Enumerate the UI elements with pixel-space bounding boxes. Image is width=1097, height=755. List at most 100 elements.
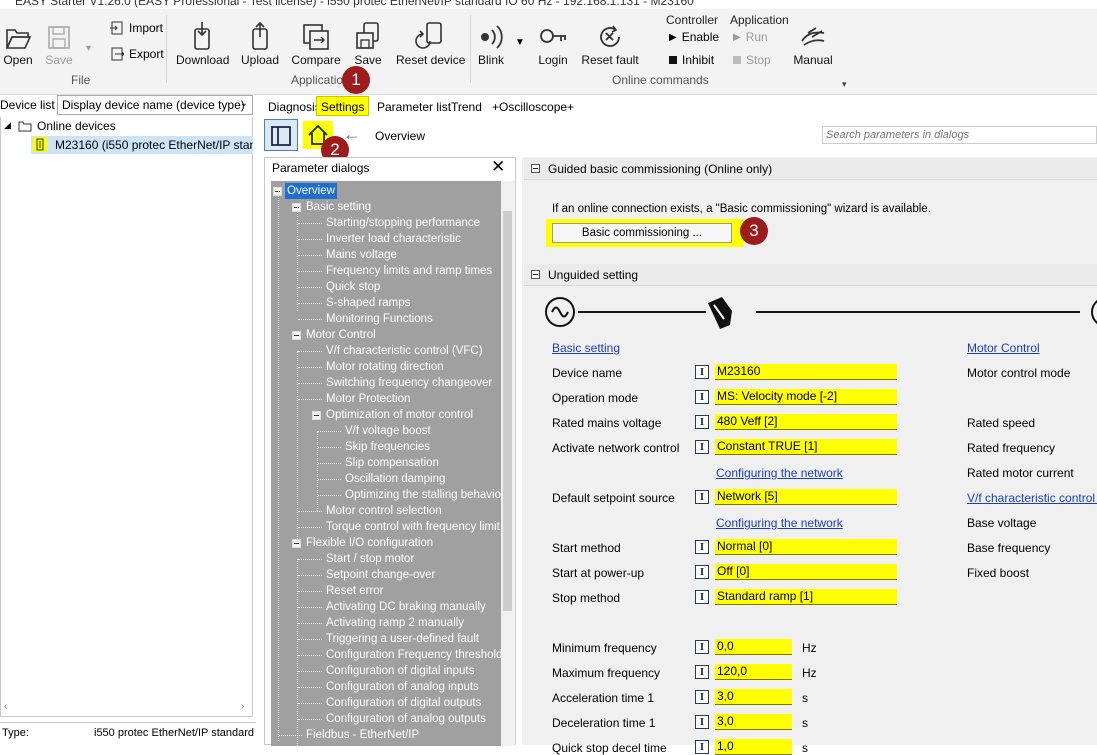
toggle-panel-button[interactable]: [264, 119, 298, 151]
tree-node[interactable]: Activating DC braking manually: [326, 599, 486, 615]
tree-node[interactable]: Motor Control: [306, 327, 376, 343]
tree-node[interactable]: Optimizing the stalling behavior: [345, 487, 501, 503]
export-button[interactable]: Export: [110, 47, 164, 61]
tree-node[interactable]: Torque control with frequency limit: [326, 519, 500, 535]
info-icon[interactable]: I: [695, 590, 709, 604]
tree-node[interactable]: Overview: [285, 183, 337, 199]
info-icon[interactable]: I: [695, 390, 709, 404]
open-button[interactable]: Open: [2, 23, 34, 67]
tree-node[interactable]: Mains voltage: [326, 247, 397, 263]
reset-fault-button[interactable]: Reset fault: [580, 23, 640, 67]
info-icon[interactable]: I: [695, 415, 709, 429]
info-icon[interactable]: I: [695, 740, 709, 754]
tree-node[interactable]: Basic setting: [306, 199, 371, 215]
numeric-value-field[interactable]: 120,0: [715, 664, 792, 680]
info-icon[interactable]: I: [695, 640, 709, 654]
tree-node[interactable]: Oscillation damping: [345, 471, 445, 487]
ribbon-collapse-icon[interactable]: ▾: [842, 79, 847, 90]
tree-node[interactable]: Inverter load characteristic: [326, 231, 461, 247]
param-value-field[interactable]: 480 Veff [2]: [715, 414, 897, 430]
numeric-value-field[interactable]: 3,0: [715, 689, 792, 705]
tree-node[interactable]: Motor control selection: [326, 503, 442, 519]
tab-settings[interactable]: Settings: [316, 96, 370, 116]
run-button[interactable]: ▶ Run: [733, 30, 768, 44]
tab-trend[interactable]: Trend: [446, 96, 487, 116]
basic-commissioning-button[interactable]: Basic commissioning ...: [552, 223, 732, 243]
tree-node[interactable]: V/f characteristic control (VFC): [326, 343, 483, 359]
param-value-field[interactable]: Off [0]: [715, 564, 897, 580]
tree-node[interactable]: Triggering a user-defined fault: [326, 631, 479, 647]
chevron-down-icon[interactable]: ▼: [515, 37, 525, 48]
display-mode-select[interactable]: Display device name (device type) ⌄: [57, 95, 253, 115]
tree-expand-icon[interactable]: ◢: [4, 120, 11, 131]
tree-node[interactable]: Start / stop motor: [326, 551, 414, 567]
tree-node[interactable]: Skip frequencies: [345, 439, 430, 455]
tree-node[interactable]: Monitoring Functions: [326, 311, 433, 327]
tree-node[interactable]: Quick stop: [326, 279, 380, 295]
motor-control-link[interactable]: Motor Control: [967, 341, 1040, 355]
compare-button[interactable]: Compare: [290, 21, 342, 67]
enable-button[interactable]: ▶ Enable: [669, 30, 719, 44]
info-icon[interactable]: I: [695, 440, 709, 454]
tree-collapse-icon[interactable]: [292, 331, 301, 340]
tree-scrollbar[interactable]: [501, 181, 515, 746]
configuring-network-link[interactable]: Configuring the network: [716, 466, 843, 480]
search-input[interactable]: [822, 126, 1097, 144]
tree-node[interactable]: Setpoint change-over: [326, 567, 435, 583]
login-button[interactable]: Login: [534, 23, 572, 67]
reset-device-button[interactable]: Reset device: [396, 21, 465, 67]
info-icon[interactable]: I: [695, 540, 709, 554]
param-value-field[interactable]: Network [5]: [715, 489, 897, 505]
tree-node[interactable]: Frequency limits and ramp times: [326, 263, 492, 279]
tree-node[interactable]: Configuration of digital outputs: [326, 695, 481, 711]
scroll-left-icon[interactable]: ‹: [4, 701, 7, 712]
tree-node[interactable]: S-shaped ramps: [326, 295, 410, 311]
blink-button[interactable]: Blink: [474, 23, 508, 67]
save-button-disabled[interactable]: Save: [42, 23, 76, 67]
vf-characteristic-link[interactable]: V/f characteristic control (VFC): [967, 491, 1097, 505]
info-icon[interactable]: I: [695, 365, 709, 379]
configuring-network-link[interactable]: Configuring the network: [716, 516, 843, 530]
param-value-field[interactable]: Standard ramp [1]: [715, 589, 897, 605]
tree-node[interactable]: Optimization of motor control: [326, 407, 473, 423]
param-value-field[interactable]: MS: Velocity mode [-2]: [715, 389, 897, 405]
tab-parameter-list[interactable]: Parameter list: [372, 96, 456, 116]
collapse-icon[interactable]: [531, 164, 540, 173]
numeric-value-field[interactable]: 3,0: [715, 714, 792, 730]
download-button[interactable]: Download: [176, 21, 229, 67]
info-icon[interactable]: I: [695, 490, 709, 504]
tree-node[interactable]: Starting/stopping performance: [326, 215, 480, 231]
tree-node[interactable]: Activating ramp 2 manually: [326, 615, 464, 631]
tree-node[interactable]: Flexible I/O configuration: [306, 535, 433, 551]
tree-node[interactable]: Switching frequency changeover: [326, 375, 492, 391]
stop-button[interactable]: Stop: [733, 53, 771, 67]
tree-node[interactable]: Reset error: [326, 583, 384, 599]
tree-collapse-icon[interactable]: [312, 411, 321, 420]
save-button[interactable]: Save: [350, 21, 386, 67]
tree-node[interactable]: Configuration Frequency threshold: [326, 647, 501, 663]
info-icon[interactable]: I: [695, 565, 709, 579]
tree-node[interactable]: Configuration of digital inputs: [326, 663, 474, 679]
scrollbar-thumb[interactable]: [503, 211, 512, 611]
upload-button[interactable]: Upload: [238, 21, 282, 67]
close-icon[interactable]: ✕: [491, 157, 505, 177]
guided-section-header[interactable]: Guided basic commissioning (Online only): [524, 158, 1097, 180]
import-button[interactable]: Import: [110, 21, 163, 35]
manual-button[interactable]: Manual: [792, 23, 834, 67]
numeric-value-field[interactable]: 0,0: [715, 639, 792, 655]
basic-setting-link[interactable]: Basic setting: [552, 341, 620, 355]
collapse-icon[interactable]: [531, 270, 540, 279]
tree-node[interactable]: Configuration of analog inputs: [326, 679, 479, 695]
tab-oscilloscope[interactable]: +Oscilloscope+: [487, 96, 579, 116]
info-icon[interactable]: I: [695, 690, 709, 704]
tree-node[interactable]: Fieldbus - EtherNet/IP: [306, 727, 419, 743]
online-devices-node[interactable]: Online devices: [37, 119, 116, 133]
scroll-right-icon[interactable]: ›: [241, 701, 244, 712]
tree-node[interactable]: Motor rotating direction: [326, 359, 444, 375]
device-node[interactable]: M23160 (i550 protec EtherNet/IP standard…: [31, 136, 253, 154]
inhibit-button[interactable]: Inhibit: [669, 53, 714, 67]
param-value-field[interactable]: Normal [0]: [715, 539, 897, 555]
info-icon[interactable]: I: [695, 665, 709, 679]
unguided-section-header[interactable]: Unguided setting: [524, 264, 1097, 286]
tree-node[interactable]: Configuration of analog outputs: [326, 711, 486, 727]
